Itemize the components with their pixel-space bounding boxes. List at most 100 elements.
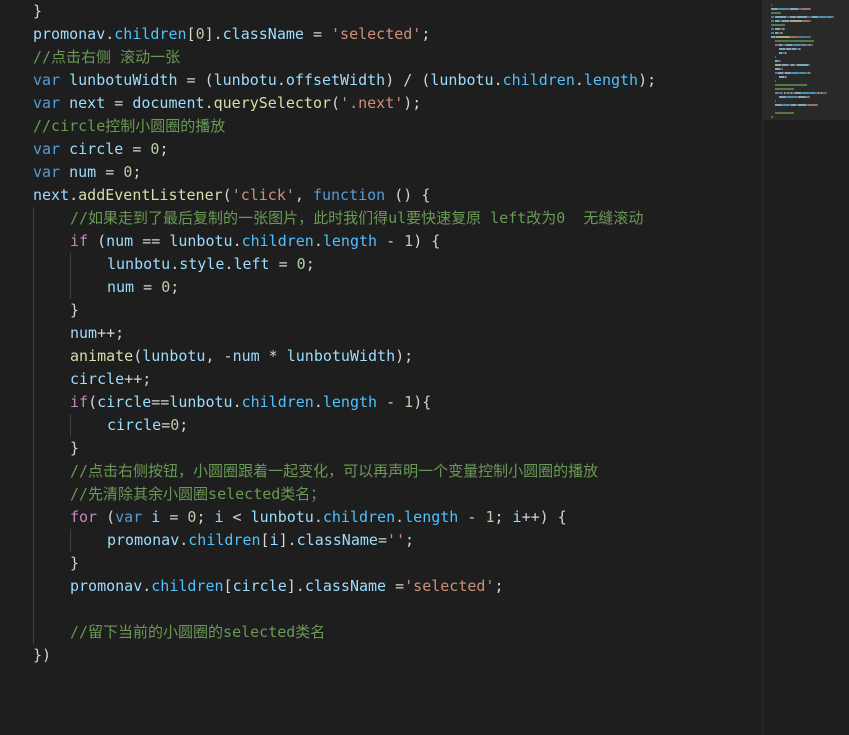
code-token: . [69,186,79,204]
code-token: children [241,232,314,250]
code-token: var [33,163,61,181]
code-line[interactable]: var next = document.querySelector('.next… [33,92,421,115]
code-line[interactable]: //点击右侧按钮，小圆圈跟着一起变化，可以再声明一个变量控制小圆圈的播放 [70,460,598,483]
minimap-token [832,16,834,18]
minimap-token [798,104,806,106]
code-token: [ [186,25,196,43]
minimap-token [775,112,794,114]
code-token: addEventListener [78,186,223,204]
code-editor[interactable]: } promonav.children[0].className = 'selec… [0,0,849,735]
indent-guide [33,345,34,368]
code-line[interactable]: //如果走到了最后复制的一张图片，此时我们得ul要快速复原 left改为0 无缝… [70,207,643,230]
minimap-token [771,20,774,22]
code-token: promonav [33,25,106,43]
code-token: ++; [97,324,125,342]
minimap-token [786,76,787,78]
code-token: ); [395,347,414,365]
code-line[interactable]: var circle = 0; [33,138,168,161]
code-line[interactable]: lunbotu.style.left = 0; [107,253,315,276]
code-token: [ [260,531,270,549]
code-line[interactable]: num = 0; [107,276,179,299]
code-token: length [583,71,639,89]
code-line[interactable]: var lunbotuWidth = (lunbotu.offsetWidth)… [33,69,656,92]
minimap-token [790,8,798,10]
code-token: = [161,416,171,434]
code-line[interactable]: circle++; [70,368,151,391]
code-token: ; [196,508,215,526]
code-token: promonav [107,531,180,549]
indent-guide [33,368,34,391]
code-token: < [223,508,251,526]
minimap-token [771,8,778,10]
code-token: ; [494,508,513,526]
indent-guide [70,253,71,276]
code-line[interactable]: } [70,299,79,322]
code-token: ( [88,393,98,411]
code-token: lunbotu [107,255,171,273]
minimap-token [775,100,776,102]
code-token: = [105,94,133,112]
code-token: () { [385,186,431,204]
code-line[interactable]: } [70,437,79,460]
code-line[interactable]: if (num == lunbotu.children.length - 1) … [70,230,440,253]
code-token: //circle控制小圆圈的播放 [33,117,226,135]
code-token: //如果走到了最后复制的一张图片，此时我们得ul要快速复原 left改为0 无缝… [70,209,644,227]
code-line[interactable]: promonav.children[i].className=''; [107,529,414,552]
code-token: . [574,71,584,89]
code-line[interactable]: } [70,552,79,575]
code-token: [ [223,577,233,595]
code-token: children [502,71,575,89]
code-token: ( [331,94,341,112]
code-token: circle [107,416,162,434]
code-token: for [70,508,98,526]
code-line[interactable]: next.addEventListener('click', function … [33,184,430,207]
minimap-token [776,36,790,38]
minimap-token [809,72,811,74]
code-token: circle [69,140,124,158]
code-line[interactable]: animate(lunbotu, -num * lunbotuWidth); [70,345,413,368]
code-token: . [105,25,115,43]
code-token: ; [159,140,169,158]
code-token: - [377,232,405,250]
code-token: ( [88,232,107,250]
code-line[interactable]: } [33,0,42,23]
code-line[interactable]: //留下当前的小圆圈的selected类名 [70,621,325,644]
code-token: ); [638,71,657,89]
code-token: ; [494,577,504,595]
code-line[interactable]: promonav.children[circle].className ='se… [70,575,504,598]
code-line[interactable]: circle=0; [107,414,188,437]
code-token: - [458,508,486,526]
code-token: children [322,508,396,526]
minimap-token [782,20,789,22]
minimap[interactable] [762,0,849,735]
code-line[interactable]: //点击右侧 滚动一张 [33,46,180,69]
code-line[interactable]: }) [33,644,51,667]
code-line[interactable]: var num = 0; [33,161,141,184]
minimap-token [808,64,810,66]
code-token: ; [179,416,189,434]
code-token: = ( [177,71,214,89]
code-token: = [269,255,297,273]
indent-guide [33,276,34,299]
code-token: ; [405,531,415,549]
code-token: num [106,232,134,250]
code-line[interactable]: promonav.children[0].className = 'select… [33,23,430,46]
minimap-token [801,8,810,10]
code-token: ]. [278,531,297,549]
minimap-token [775,84,807,86]
code-token: className [304,577,387,595]
code-token: ); [403,94,422,112]
code-line[interactable]: //先清除其余小圆圈selected类名； [70,483,325,506]
code-line[interactable]: if(circle==lunbotu.children.length - 1){ [70,391,431,414]
code-token: i [214,508,224,526]
indent-guide [33,322,34,345]
code-area[interactable]: } promonav.children[0].className = 'selec… [0,0,762,735]
code-line[interactable]: num++; [70,322,124,345]
minimap-token [787,96,794,98]
code-line[interactable]: for (var i = 0; i < lunbotu.children.len… [70,506,567,529]
minimap-token [810,8,811,10]
code-token: children [241,393,314,411]
code-line[interactable]: //circle控制小圆圈的播放 [33,115,225,138]
